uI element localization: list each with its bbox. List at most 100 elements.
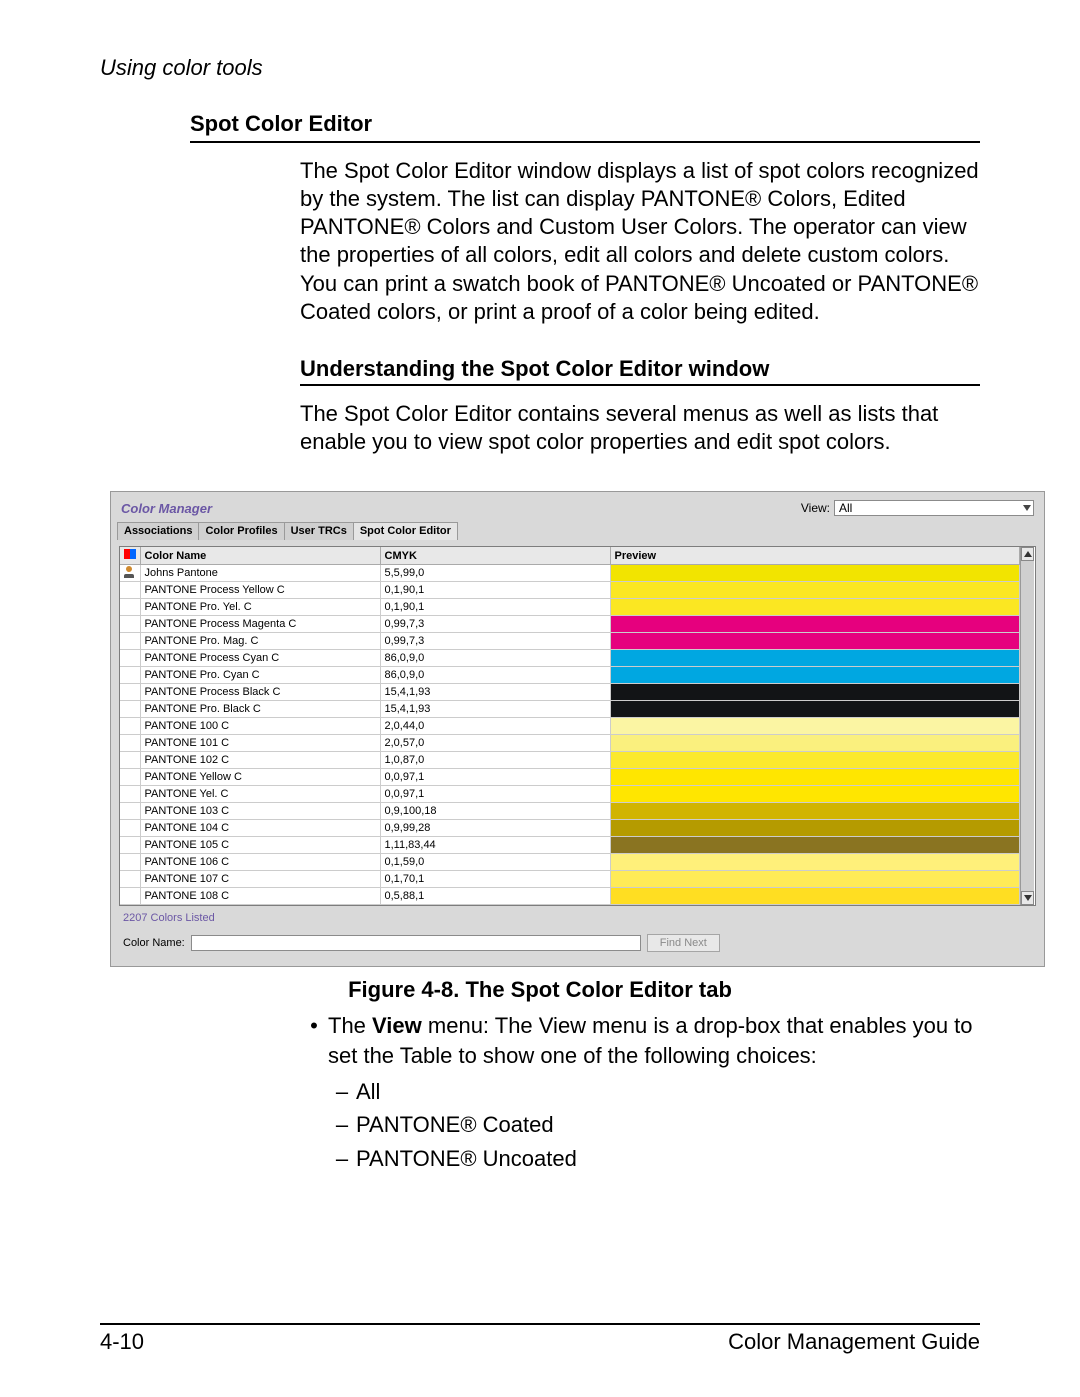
row-preview-cell bbox=[610, 752, 1020, 769]
column-header-icon[interactable] bbox=[120, 547, 140, 565]
column-header-preview[interactable]: Preview bbox=[610, 547, 1020, 565]
color-swatch bbox=[611, 871, 1020, 887]
table-row[interactable]: PANTONE 103 C0,9,100,18 bbox=[120, 803, 1020, 820]
table-row[interactable]: PANTONE 104 C0,9,99,28 bbox=[120, 820, 1020, 837]
find-next-button[interactable]: Find Next bbox=[647, 934, 720, 952]
table-row[interactable]: PANTONE Process Cyan C86,0,9,0 bbox=[120, 650, 1020, 667]
list-item: • The View menu: The View menu is a drop… bbox=[300, 1011, 980, 1070]
row-cmyk-cell: 0,99,7,3 bbox=[380, 616, 610, 633]
user-color-icon bbox=[124, 566, 136, 578]
row-name-cell: PANTONE 104 C bbox=[140, 820, 380, 837]
row-name-cell: PANTONE Process Magenta C bbox=[140, 616, 380, 633]
row-icon-cell bbox=[120, 718, 140, 735]
row-icon-cell bbox=[120, 650, 140, 667]
footer-rule bbox=[100, 1323, 980, 1325]
table-row[interactable]: PANTONE Process Yellow C0,1,90,1 bbox=[120, 582, 1020, 599]
bold-keyword: View bbox=[372, 1013, 422, 1038]
find-label: Color Name: bbox=[123, 937, 185, 949]
table-row[interactable]: PANTONE Process Magenta C0,99,7,3 bbox=[120, 616, 1020, 633]
row-cmyk-cell: 5,5,99,0 bbox=[380, 565, 610, 582]
table-scrollbar[interactable] bbox=[1020, 547, 1034, 905]
table-row[interactable]: PANTONE 107 C0,1,70,1 bbox=[120, 871, 1020, 888]
row-name-cell: PANTONE Pro. Cyan C bbox=[140, 667, 380, 684]
scroll-down-button[interactable] bbox=[1021, 891, 1034, 905]
view-dropdown[interactable]: All bbox=[834, 500, 1034, 516]
tab-associations[interactable]: Associations bbox=[117, 522, 199, 540]
row-icon-cell bbox=[120, 616, 140, 633]
scroll-up-button[interactable] bbox=[1021, 547, 1034, 561]
row-preview-cell bbox=[610, 650, 1020, 667]
row-preview-cell bbox=[610, 684, 1020, 701]
row-icon-cell bbox=[120, 888, 140, 905]
table-row[interactable]: PANTONE Process Black C15,4,1,93 bbox=[120, 684, 1020, 701]
color-swatch bbox=[611, 854, 1020, 870]
table-row[interactable]: PANTONE 108 C0,5,88,1 bbox=[120, 888, 1020, 905]
row-icon-cell bbox=[120, 752, 140, 769]
column-header-cmyk[interactable]: CMYK bbox=[380, 547, 610, 565]
tab-user-trcs[interactable]: User TRCs bbox=[284, 522, 354, 540]
row-cmyk-cell: 2,0,44,0 bbox=[380, 718, 610, 735]
row-cmyk-cell: 15,4,1,93 bbox=[380, 701, 610, 718]
row-cmyk-cell: 0,1,90,1 bbox=[380, 582, 610, 599]
row-icon-cell bbox=[120, 735, 140, 752]
row-name-cell: PANTONE 108 C bbox=[140, 888, 380, 905]
table-row[interactable]: PANTONE Yel. C0,0,97,1 bbox=[120, 786, 1020, 803]
color-swatch bbox=[611, 582, 1020, 598]
table-row[interactable]: PANTONE Pro. Mag. C0,99,7,3 bbox=[120, 633, 1020, 650]
page-footer: 4-10 Color Management Guide bbox=[100, 1323, 980, 1355]
color-name-input[interactable] bbox=[191, 935, 641, 951]
row-name-cell: PANTONE 102 C bbox=[140, 752, 380, 769]
table-row[interactable]: PANTONE 106 C0,1,59,0 bbox=[120, 854, 1020, 871]
row-cmyk-cell: 0,9,100,18 bbox=[380, 803, 610, 820]
row-cmyk-cell: 0,1,59,0 bbox=[380, 854, 610, 871]
tab-spot-color-editor[interactable]: Spot Color Editor bbox=[353, 522, 458, 540]
list-item: –PANTONE® Coated bbox=[328, 1110, 980, 1140]
row-icon-cell bbox=[120, 582, 140, 599]
color-swatch bbox=[611, 650, 1020, 666]
bullet-list: • The View menu: The View menu is a drop… bbox=[300, 1011, 980, 1173]
tab-color-profiles[interactable]: Color Profiles bbox=[198, 522, 284, 540]
bullet-icon: • bbox=[300, 1011, 328, 1070]
row-cmyk-cell: 0,5,88,1 bbox=[380, 888, 610, 905]
footer-book-title: Color Management Guide bbox=[728, 1329, 980, 1355]
color-swatch bbox=[611, 565, 1020, 581]
table-row[interactable]: PANTONE 100 C2,0,44,0 bbox=[120, 718, 1020, 735]
color-swatch bbox=[611, 667, 1020, 683]
row-name-cell: PANTONE 106 C bbox=[140, 854, 380, 871]
figure-spot-color-editor: Color Manager View: All AssociationsColo… bbox=[110, 491, 1050, 967]
row-cmyk-cell: 0,0,97,1 bbox=[380, 786, 610, 803]
table-row[interactable]: PANTONE 105 C1,11,83,44 bbox=[120, 837, 1020, 854]
row-preview-cell bbox=[610, 565, 1020, 582]
row-icon-cell bbox=[120, 684, 140, 701]
dash-icon: – bbox=[328, 1077, 356, 1107]
table-row[interactable]: PANTONE Pro. Yel. C0,1,90,1 bbox=[120, 599, 1020, 616]
row-cmyk-cell: 0,1,70,1 bbox=[380, 871, 610, 888]
row-name-cell: Johns Pantone bbox=[140, 565, 380, 582]
row-preview-cell bbox=[610, 888, 1020, 905]
row-icon-cell bbox=[120, 803, 140, 820]
chevron-down-icon bbox=[1023, 505, 1031, 511]
color-table-container: Color Name CMYK Preview Johns Pantone5,5… bbox=[119, 546, 1036, 906]
table-row[interactable]: PANTONE 102 C1,0,87,0 bbox=[120, 752, 1020, 769]
color-swatch bbox=[611, 684, 1020, 700]
row-icon-cell bbox=[120, 701, 140, 718]
row-cmyk-cell: 1,0,87,0 bbox=[380, 752, 610, 769]
table-row[interactable]: PANTONE 101 C2,0,57,0 bbox=[120, 735, 1020, 752]
color-swatch bbox=[611, 633, 1020, 649]
row-name-cell: PANTONE 101 C bbox=[140, 735, 380, 752]
column-header-name[interactable]: Color Name bbox=[140, 547, 380, 565]
figure-caption: Figure 4-8. The Spot Color Editor tab bbox=[100, 977, 980, 1003]
table-row[interactable]: PANTONE Pro. Black C15,4,1,93 bbox=[120, 701, 1020, 718]
sub-list: –All–PANTONE® Coated–PANTONE® Uncoated bbox=[328, 1077, 980, 1174]
table-row[interactable]: PANTONE Pro. Cyan C86,0,9,0 bbox=[120, 667, 1020, 684]
table-row[interactable]: PANTONE Yellow C0,0,97,1 bbox=[120, 769, 1020, 786]
row-name-cell: PANTONE Pro. Mag. C bbox=[140, 633, 380, 650]
row-icon-cell bbox=[120, 667, 140, 684]
table-row[interactable]: Johns Pantone5,5,99,0 bbox=[120, 565, 1020, 582]
row-cmyk-cell: 0,9,99,28 bbox=[380, 820, 610, 837]
row-preview-cell bbox=[610, 786, 1020, 803]
find-row: Color Name: Find Next bbox=[119, 934, 1036, 956]
row-cmyk-cell: 1,11,83,44 bbox=[380, 837, 610, 854]
scroll-track-space[interactable] bbox=[1021, 561, 1034, 891]
row-preview-cell bbox=[610, 633, 1020, 650]
